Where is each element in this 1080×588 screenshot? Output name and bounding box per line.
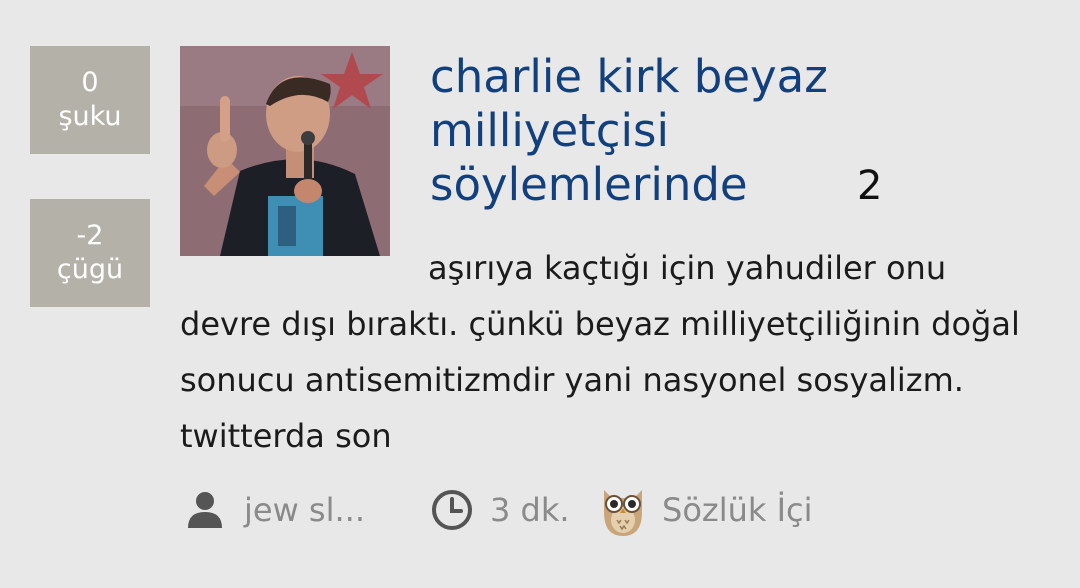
comment-count[interactable]: 2	[857, 161, 882, 211]
upvote-count: 0	[81, 67, 99, 98]
upvote-label: şuku	[58, 101, 122, 132]
owl-icon	[596, 482, 650, 538]
category-meta[interactable]: Sözlük İçi	[596, 482, 812, 538]
category-label[interactable]: Sözlük İçi	[662, 491, 812, 529]
entry-thumbnail[interactable]	[180, 46, 390, 256]
author-meta[interactable]: jew sl...	[186, 482, 365, 538]
entry-thumbnail-image	[180, 46, 390, 256]
downvote-label: çügü	[56, 254, 124, 285]
time-meta: 3 dk.	[430, 482, 570, 538]
entry-title[interactable]: charlie kirk beyaz milliyetçisi söylemle…	[430, 50, 870, 212]
thumbnail-spacer	[180, 240, 428, 280]
downvote-button[interactable]: -2 çügü	[30, 199, 150, 307]
entry-excerpt: aşırıya kaçtığı için yahudiler onu devre…	[180, 240, 1040, 464]
time-ago: 3 dk.	[490, 491, 570, 529]
upvote-button[interactable]: 0 şuku	[30, 46, 150, 154]
person-icon	[186, 490, 224, 530]
author-name[interactable]: jew sl...	[244, 491, 365, 529]
clock-icon	[430, 488, 474, 532]
downvote-count: -2	[76, 220, 104, 251]
